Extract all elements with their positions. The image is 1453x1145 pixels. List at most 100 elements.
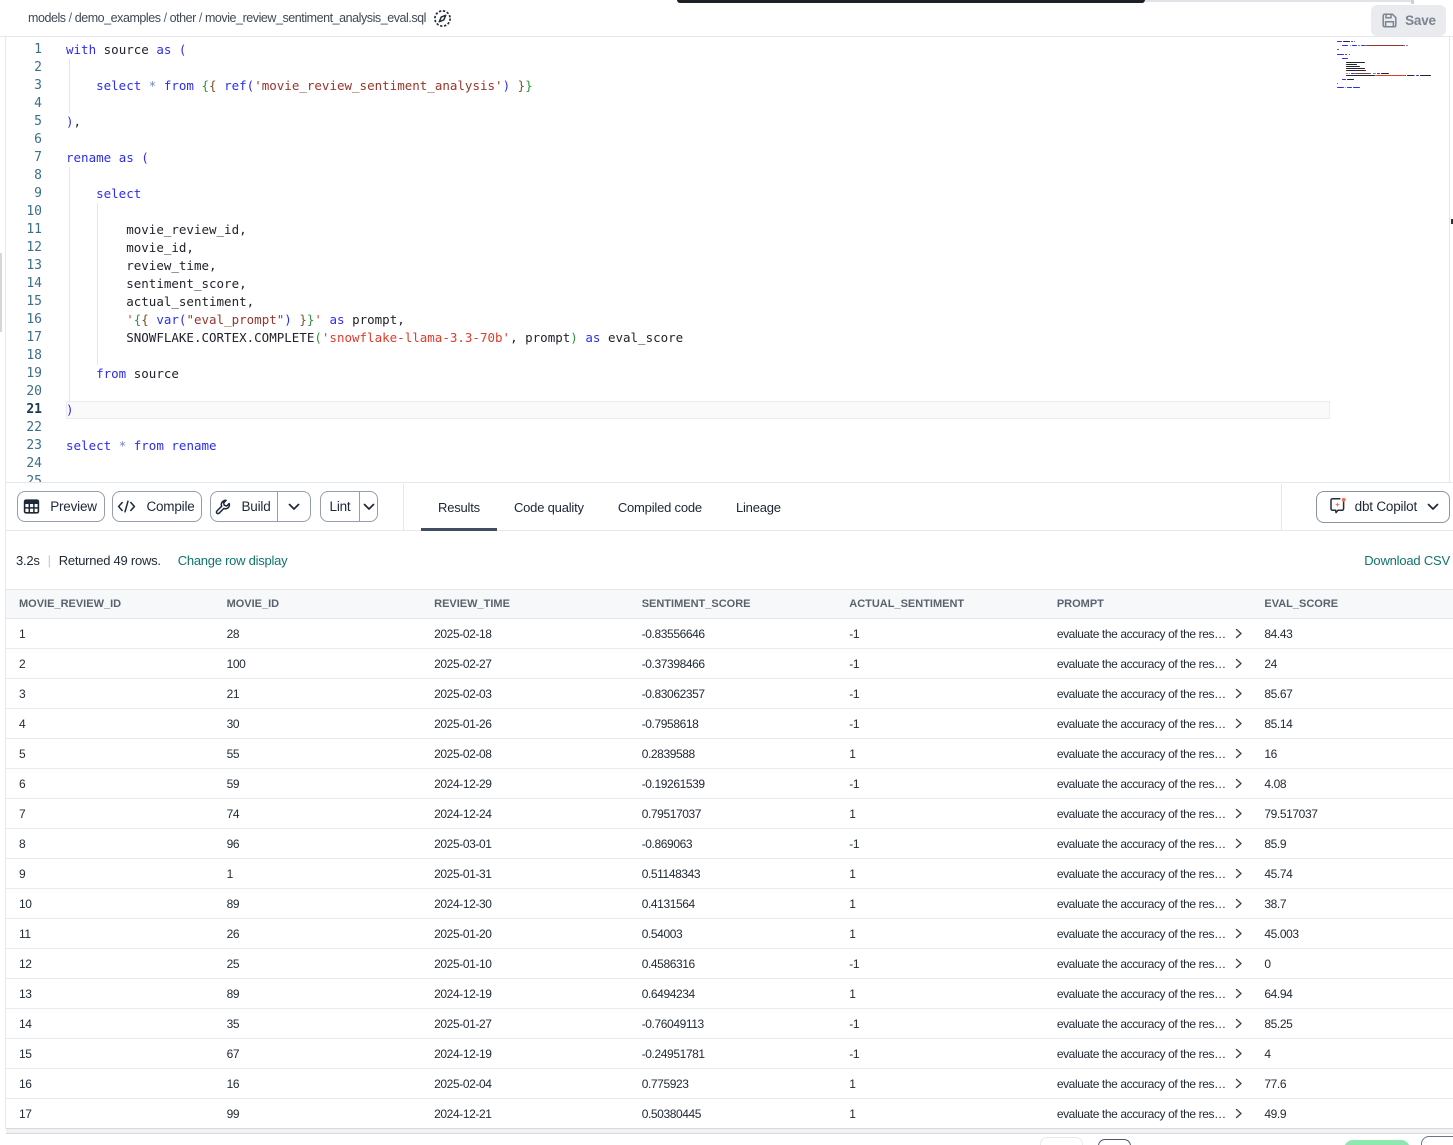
table-row[interactable]: 3212025-02-03-0.83062357-1evaluate the a… [6,679,1453,709]
expand-cell-chevron-icon[interactable] [1233,718,1244,729]
lint-dropdown-toggle[interactable] [359,492,377,521]
table-row[interactable]: 7742024-12-240.795170371evaluate the acc… [6,799,1453,829]
tab-label: Code quality [514,500,584,515]
column-header-sentiment_score[interactable]: SENTIMENT_SCORE [629,590,837,618]
minimap-line [1366,45,1404,46]
expand-cell-chevron-icon[interactable] [1233,1018,1244,1029]
build-wrench-icon [215,499,231,515]
table-cell: 0.54003 [629,919,837,948]
save-button[interactable]: Save [1371,5,1446,36]
save-icon [1381,12,1398,29]
table-cell: -0.83062357 [629,679,837,708]
column-header-eval_score[interactable]: EVAL_SCORE [1251,590,1453,618]
expand-cell-chevron-icon[interactable] [1233,808,1244,819]
minimap-line [1346,75,1375,76]
expand-cell-chevron-icon[interactable] [1233,658,1244,669]
expand-cell-chevron-icon[interactable] [1233,1108,1244,1119]
table-cell: evaluate the accuracy of the res… [1044,1069,1252,1098]
expand-cell-chevron-icon[interactable] [1233,778,1244,789]
line-number: 4 [6,95,42,113]
build-dropdown-toggle[interactable] [277,492,310,521]
compass-icon [433,9,452,28]
sql-code-editor[interactable]: 1with source as (23 select * from {{ ref… [6,37,1453,483]
table-row[interactable]: 17992024-12-210.503804451evaluate the ac… [6,1099,1453,1129]
expand-cell-chevron-icon[interactable] [1233,1078,1244,1089]
status-separator: | [40,553,59,568]
chevron-down-icon [363,503,375,511]
table-cell: 59 [214,769,422,798]
minimap-line [1377,73,1379,74]
prompt-cell-text: evaluate the accuracy of the res… [1057,687,1226,701]
change-row-display-link[interactable]: Change row display [178,553,288,568]
table-cell: 1 [836,859,1044,888]
tab-code-quality[interactable]: Code quality [497,484,601,531]
table-row[interactable]: 13892024-12-190.64942341evaluate the acc… [6,979,1453,1009]
table-row[interactable]: 1282025-02-18-0.83556646-1evaluate the a… [6,619,1453,649]
table-row[interactable]: 4302025-01-26-0.7958618-1evaluate the ac… [6,709,1453,739]
tab-compiled-code[interactable]: Compiled code [601,484,719,531]
expand-cell-chevron-icon[interactable] [1233,898,1244,909]
preview-button[interactable]: Preview [17,491,105,522]
table-cell: 24 [1251,649,1453,678]
tab-results[interactable]: Results [421,484,497,531]
code-text: sentiment_score, [66,275,247,293]
table-row[interactable]: 6592024-12-29-0.19261539-1evaluate the a… [6,769,1453,799]
expand-cell-chevron-icon[interactable] [1233,958,1244,969]
table-cell: 1 [836,919,1044,948]
prompt-cell-text: evaluate the accuracy of the res… [1057,1077,1226,1091]
column-header-review_time[interactable]: REVIEW_TIME [421,590,629,618]
expand-cell-chevron-icon[interactable] [1233,1048,1244,1059]
table-row[interactable]: 5552025-02-080.28395881evaluate the accu… [6,739,1453,769]
table-row[interactable]: 14352025-01-27-0.76049113-1evaluate the … [6,1009,1453,1039]
table-row[interactable]: 10892024-12-300.41315641evaluate the acc… [6,889,1453,919]
minimap-line [1346,64,1356,65]
bottom-faint-button[interactable] [1040,1137,1083,1145]
compile-button[interactable]: Compile [112,491,202,522]
column-header-prompt[interactable]: PROMPT [1044,590,1252,618]
column-header-movie_id[interactable]: MOVIE_ID [214,590,422,618]
breadcrumb-segment[interactable]: other [170,11,196,25]
breadcrumb-segment[interactable]: models [28,11,66,25]
table-row[interactable]: 21002025-02-27-0.37398466-1evaluate the … [6,649,1453,679]
table-row[interactable]: 12252025-01-100.4586316-1evaluate the ac… [6,949,1453,979]
top-cutoff-tooltip-edge [677,0,1145,3]
expand-cell-chevron-icon[interactable] [1233,688,1244,699]
minimap-line [1347,79,1354,80]
column-header-actual_sentiment[interactable]: ACTUAL_SENTIMENT [836,590,1044,618]
panel-resize-handle[interactable] [0,253,2,332]
table-cell: 85.25 [1251,1009,1453,1038]
column-header-movie_review_id[interactable]: MOVIE_REVIEW_ID [6,590,214,618]
bottom-status-pill[interactable] [1344,1140,1410,1145]
table-cell: -0.24951781 [629,1039,837,1068]
expand-cell-chevron-icon[interactable] [1233,928,1244,939]
expand-cell-chevron-icon[interactable] [1233,838,1244,849]
breadcrumb-segment[interactable]: movie_review_sentiment_analysis_eval.sql [205,11,426,25]
lint-button[interactable]: Lint [320,491,378,522]
download-csv-link[interactable]: Download CSV [1364,532,1450,589]
table-row[interactable]: 11262025-01-200.540031evaluate the accur… [6,919,1453,949]
editor-minimap[interactable] [1337,37,1429,483]
table-cell: evaluate the accuracy of the res… [1044,1099,1252,1128]
breadcrumb[interactable]: models / demo_examples / other / movie_r… [28,0,426,36]
tab-lineage[interactable]: Lineage [719,484,798,531]
bottom-right-button[interactable] [1421,1136,1453,1145]
rows-returned: Returned 49 rows. [59,553,161,568]
table-cell: -1 [836,619,1044,648]
expand-cell-chevron-icon[interactable] [1233,628,1244,639]
expand-cell-chevron-icon[interactable] [1233,868,1244,879]
build-button[interactable]: Build [210,491,311,522]
table-cell: -1 [836,649,1044,678]
expand-cell-chevron-icon[interactable] [1233,988,1244,999]
bottom-outlined-button[interactable] [1098,1139,1131,1145]
table-cell: 0.51148343 [629,859,837,888]
expand-cell-chevron-icon[interactable] [1233,748,1244,759]
table-row[interactable]: 16162025-02-040.7759231evaluate the accu… [6,1069,1453,1099]
line-number: 19 [6,365,42,383]
table-row[interactable]: 912025-01-310.511483431evaluate the accu… [6,859,1453,889]
breadcrumb-segment[interactable]: demo_examples [75,11,161,25]
table-row[interactable]: 8962025-03-01-0.869063-1evaluate the acc… [6,829,1453,859]
table-row[interactable]: 15672024-12-19-0.24951781-1evaluate the … [6,1039,1453,1069]
dbt-copilot-button[interactable]: dbt Copilot [1316,491,1450,523]
format-compass-button[interactable] [427,4,459,33]
minimap-line [1337,83,1338,84]
